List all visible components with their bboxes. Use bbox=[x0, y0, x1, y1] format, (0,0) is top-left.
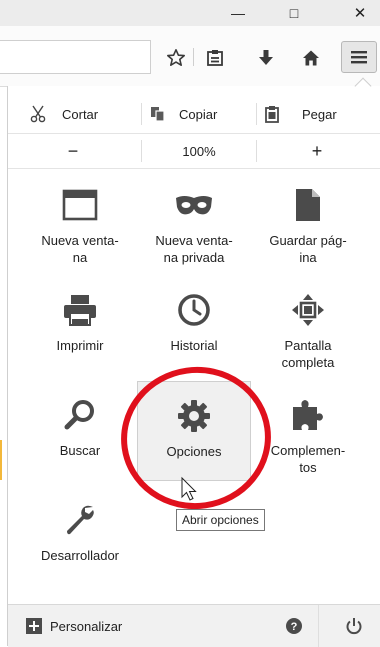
power-icon bbox=[346, 618, 362, 635]
puzzle-icon bbox=[288, 395, 328, 435]
navigation-toolbar bbox=[0, 26, 380, 87]
history-clock-icon bbox=[174, 290, 214, 330]
fullscreen-button[interactable]: Pantalla completa bbox=[251, 276, 365, 376]
download-icon[interactable] bbox=[253, 47, 279, 69]
paste-icon bbox=[265, 106, 279, 123]
edit-controls: Cortar Copiar Pegar bbox=[8, 99, 380, 129]
quit-button[interactable] bbox=[338, 605, 370, 647]
open-menu-button[interactable] bbox=[341, 41, 377, 73]
copy-button[interactable]: Copiar bbox=[149, 99, 259, 129]
paste-button[interactable]: Pegar bbox=[264, 99, 374, 129]
zoom-in-button[interactable]: + bbox=[257, 134, 377, 168]
copy-icon bbox=[151, 107, 165, 122]
zoom-out-button[interactable]: − bbox=[8, 134, 138, 168]
minimize-button[interactable]: — bbox=[218, 0, 258, 26]
panel-footer: Personalizar ? bbox=[8, 604, 380, 647]
options-button[interactable]: Opciones bbox=[137, 381, 251, 481]
window-titlebar: — □ ✕ bbox=[0, 0, 380, 26]
scissors-icon bbox=[30, 105, 46, 123]
item-label: Complemen- tos bbox=[270, 443, 346, 475]
copy-label: Copiar bbox=[179, 106, 218, 122]
item-label: Imprimir bbox=[56, 338, 104, 353]
cut-button[interactable]: Cortar bbox=[28, 99, 148, 129]
tooltip: Abrir opciones bbox=[176, 509, 265, 531]
print-button[interactable]: Imprimir bbox=[23, 276, 137, 376]
search-icon bbox=[60, 395, 100, 435]
hamburger-menu-icon bbox=[351, 51, 367, 64]
item-label: Desarrollador bbox=[40, 548, 120, 563]
customize-label: Personalizar bbox=[50, 618, 123, 634]
gear-icon bbox=[174, 396, 214, 436]
new-private-window-button[interactable]: Nueva venta- na privada bbox=[137, 171, 251, 271]
item-label: Nueva venta- na bbox=[41, 233, 119, 265]
svg-text:?: ? bbox=[291, 621, 298, 633]
star-icon[interactable] bbox=[163, 47, 189, 69]
item-label: Buscar bbox=[59, 443, 101, 458]
find-button[interactable]: Buscar bbox=[23, 381, 137, 481]
save-page-button[interactable]: Guardar pág- ina bbox=[251, 171, 365, 271]
item-label: Opciones bbox=[166, 444, 222, 459]
cut-label: Cortar bbox=[62, 106, 99, 122]
new-window-icon bbox=[60, 185, 100, 225]
item-label: Historial bbox=[170, 338, 218, 353]
history-button[interactable]: Historial bbox=[137, 276, 251, 376]
print-icon bbox=[60, 290, 100, 330]
url-bar[interactable] bbox=[0, 40, 151, 74]
reading-list-icon[interactable] bbox=[202, 47, 228, 69]
private-mask-icon bbox=[174, 185, 214, 225]
item-label: Pantalla completa bbox=[281, 338, 335, 370]
firefox-menu-panel: Cortar Copiar Pegar − 100% + Nueva venta… bbox=[7, 77, 380, 647]
paste-label: Pegar bbox=[302, 106, 337, 122]
item-label: Guardar pág- ina bbox=[269, 233, 347, 265]
fullscreen-icon bbox=[288, 290, 328, 330]
zoom-reset-button[interactable]: 100% bbox=[142, 134, 256, 168]
separator bbox=[256, 103, 257, 125]
customize-button[interactable]: Personalizar bbox=[26, 605, 122, 647]
new-window-button[interactable]: Nueva venta- na bbox=[23, 171, 137, 271]
maximize-button[interactable]: □ bbox=[274, 0, 314, 26]
home-icon[interactable] bbox=[298, 47, 324, 69]
help-icon: ? bbox=[286, 618, 302, 634]
separator bbox=[318, 605, 319, 647]
save-page-icon bbox=[288, 185, 328, 225]
wrench-icon bbox=[60, 500, 100, 540]
page-edge-highlight bbox=[0, 440, 2, 480]
addons-button[interactable]: Complemen- tos bbox=[251, 381, 365, 481]
close-window-button[interactable]: ✕ bbox=[340, 0, 380, 26]
developer-button[interactable]: Desarrollador bbox=[23, 486, 137, 586]
toolbar-separator bbox=[193, 48, 194, 66]
separator bbox=[141, 103, 142, 125]
zoom-controls: − 100% + bbox=[8, 133, 380, 169]
plus-box-icon bbox=[26, 618, 42, 634]
item-label: Nueva venta- na privada bbox=[155, 233, 233, 265]
help-button[interactable]: ? bbox=[278, 605, 310, 647]
